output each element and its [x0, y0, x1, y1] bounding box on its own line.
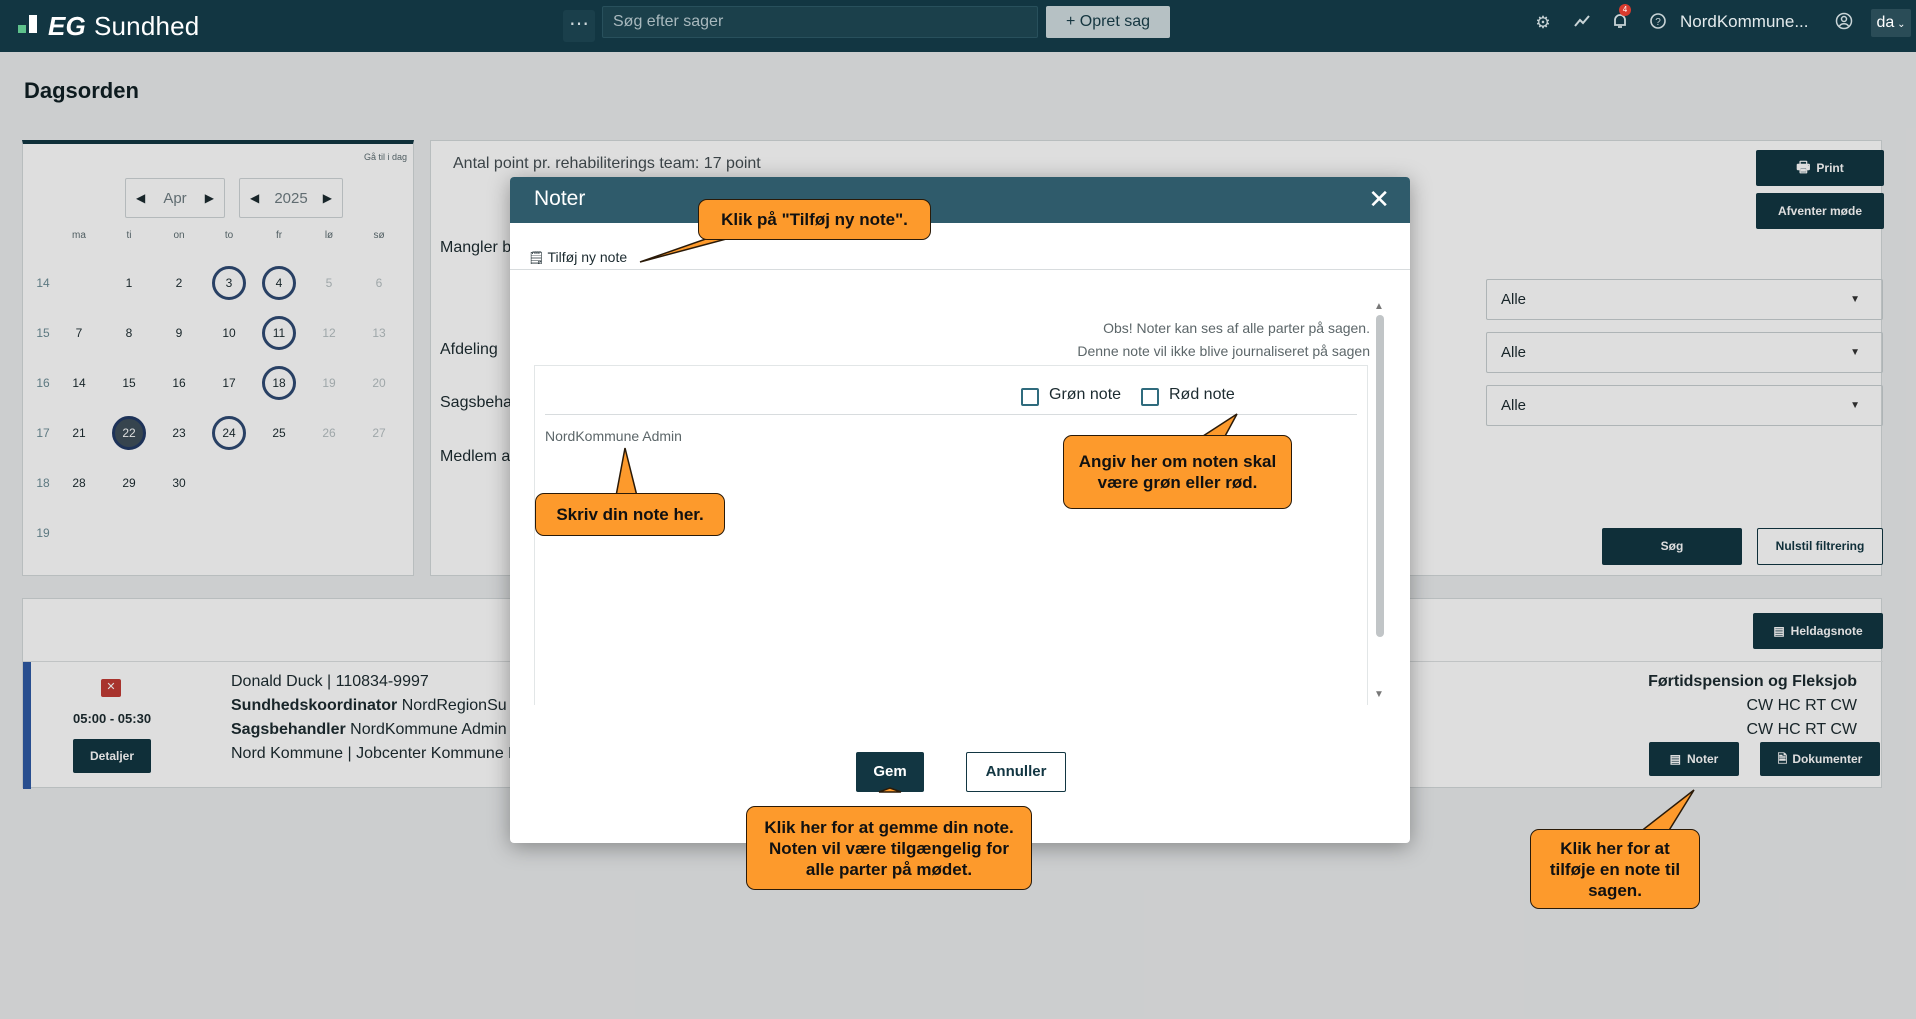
language-selector[interactable]: da ⌄: [1871, 9, 1911, 37]
more-menu-icon[interactable]: ⋯: [563, 10, 595, 42]
scroll-up-icon[interactable]: ▲: [1374, 301, 1384, 312]
callout-add-note: Klik på "Tilføj ny note".: [698, 199, 931, 240]
logo-text: EG Sundhed: [48, 10, 200, 41]
callout-write-note: Skriv din note her.: [535, 493, 725, 536]
modal-divider: [510, 269, 1410, 270]
save-button[interactable]: Gem: [856, 752, 924, 792]
gear-icon[interactable]: ⚙: [1532, 12, 1554, 34]
modal-title: Noter: [534, 187, 586, 210]
green-note-checkbox[interactable]: [1021, 388, 1039, 406]
logo-mark-icon: [18, 15, 40, 37]
case-search-input[interactable]: [602, 6, 1038, 38]
note-author: NordKommune Admin: [545, 428, 682, 444]
help-icon[interactable]: ?: [1647, 12, 1669, 34]
scroll-down-icon[interactable]: ▼: [1374, 689, 1384, 700]
organization-name[interactable]: NordKommune...: [1680, 12, 1809, 32]
add-note-icon: 🗒: [528, 250, 545, 265]
visibility-notice: Obs! Noter kan ses af alle parter på sag…: [1103, 320, 1370, 336]
cancel-button[interactable]: Annuller: [966, 752, 1066, 792]
user-profile-icon[interactable]: [1833, 12, 1855, 34]
notification-count-badge: 4: [1619, 4, 1631, 16]
eg-logo[interactable]: EG Sundhed: [18, 10, 199, 42]
modal-header: [510, 177, 1410, 223]
callout-color-note: Angiv her om noten skal være grøn eller …: [1063, 435, 1292, 509]
callout-save-note: Klik her for at gemme din note. Noten vi…: [746, 806, 1032, 890]
close-icon[interactable]: ✕: [1368, 185, 1390, 213]
create-case-button[interactable]: + Opret sag: [1046, 6, 1170, 38]
red-note-checkbox[interactable]: [1141, 388, 1159, 406]
svg-text:?: ?: [1655, 17, 1661, 28]
editor-divider: [545, 414, 1357, 415]
scrollbar-thumb[interactable]: [1376, 315, 1384, 637]
journal-notice: Denne note vil ikke blive journaliseret …: [1077, 343, 1370, 359]
red-note-label: Rød note: [1169, 386, 1235, 403]
green-note-label: Grøn note: [1049, 386, 1122, 403]
add-note-link[interactable]: 🗒 Tilføj ny note: [528, 249, 627, 266]
trend-chart-icon[interactable]: [1571, 12, 1593, 34]
callout-notes-button: Klik her for at tilføje en note til sage…: [1530, 829, 1700, 909]
